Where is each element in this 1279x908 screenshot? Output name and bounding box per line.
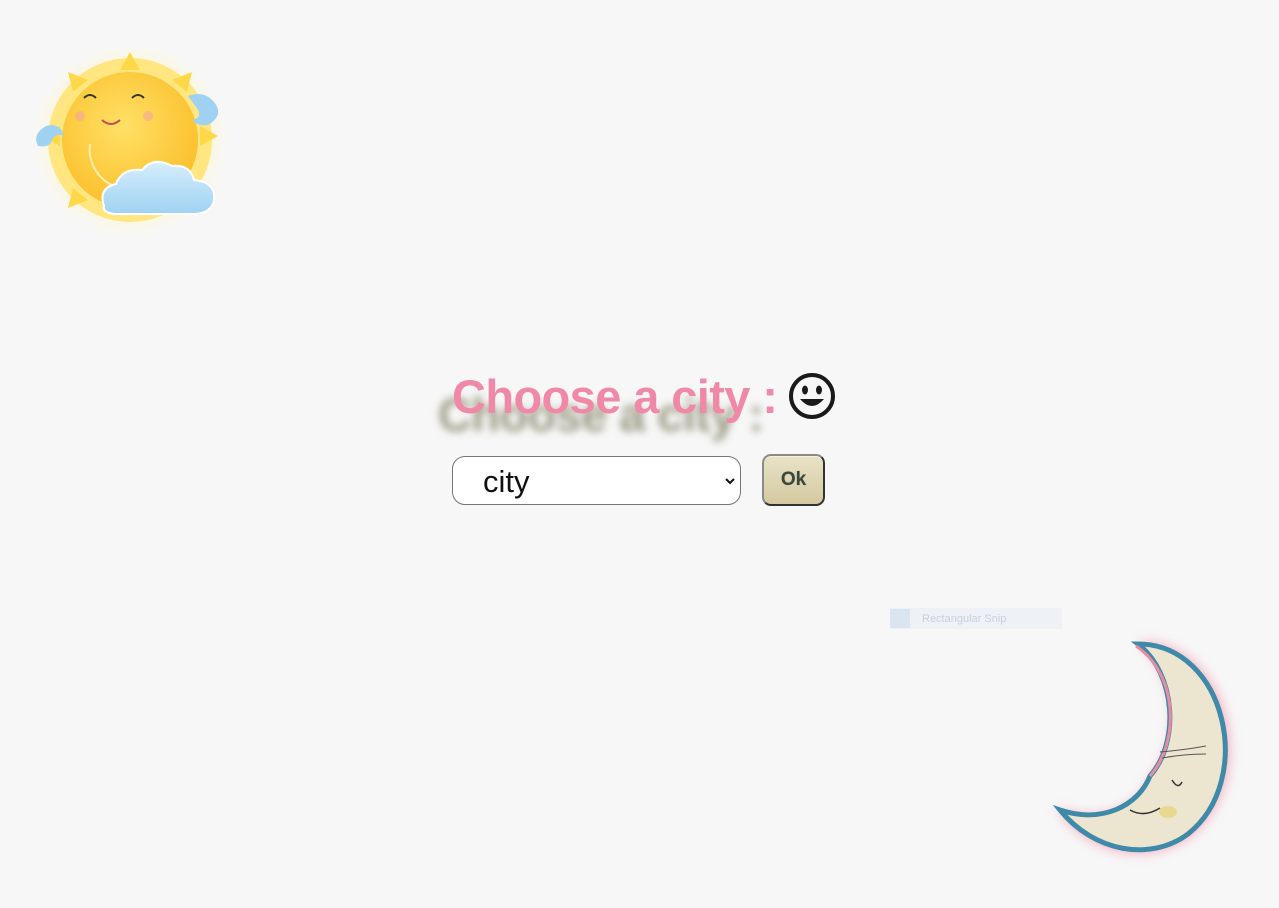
snip-icon [890,609,910,628]
city-select[interactable]: city [452,455,741,505]
chevron-down-icon [725,477,735,484]
ok-button[interactable]: Ok [762,454,825,506]
smiling-sun-icon [32,48,228,238]
smiling-moon-icon [1052,641,1230,853]
city-select-value: city [483,463,530,499]
city-form: city Ok [452,454,825,506]
page: Choose a city : city Ok Rectangular Snip [0,0,1279,908]
snip-tooltip: Rectangular Snip [890,608,1062,629]
heading: Choose a city : [452,364,836,428]
page-title: Choose a city : [452,369,778,423]
snip-label: Rectangular Snip [922,612,1007,625]
smiley-face-icon [789,373,836,419]
